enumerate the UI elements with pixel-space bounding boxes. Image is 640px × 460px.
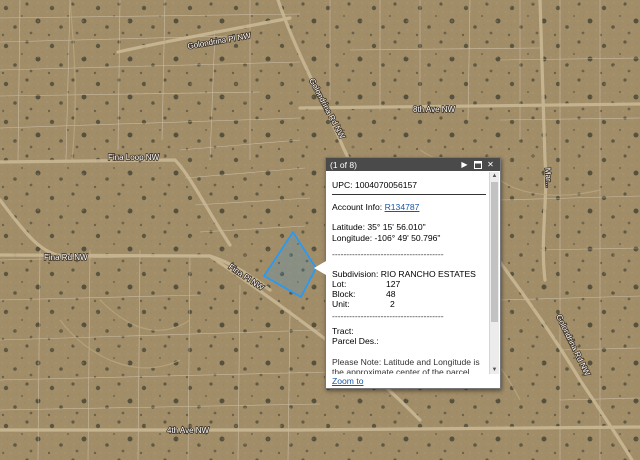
popup-pointer (314, 261, 326, 275)
label-east-road: Mar... (543, 168, 553, 189)
parcel-description: Parcel Des.: (332, 336, 379, 346)
scrollbar-thumb[interactable] (491, 182, 498, 322)
popup-content[interactable]: UPC: 1004070056157 Account Info: R134787… (332, 173, 486, 374)
upc-line: UPC: 1004070056157 (332, 173, 486, 195)
unit-value: 2 (390, 299, 395, 309)
popup-result-count: (1 of 8) (330, 159, 357, 170)
scroll-down-icon[interactable]: ▼ (491, 366, 498, 374)
subdivision: Subdivision: RIO RANCHO ESTATES (332, 268, 476, 279)
maximize-icon[interactable] (472, 159, 483, 170)
separator-2: --------------------------------------- (332, 311, 444, 321)
label-fina-rd: Fina Rd NW (44, 253, 88, 262)
popup-titlebar: (1 of 8) ▶ ✕ (326, 158, 500, 171)
label-4th-ave: 4th Ave NW (167, 426, 210, 435)
scroll-up-icon[interactable]: ▲ (491, 172, 498, 180)
upc-label: UPC: (332, 180, 353, 190)
label-fina-loop: Fina Loop NW (108, 153, 160, 162)
account-label: Account Info: (332, 201, 383, 212)
zoom-to-link[interactable]: Zoom to (332, 376, 364, 386)
popup-scrollbar[interactable]: ▲ ▼ (489, 172, 499, 374)
upc-value: 1004070056157 (354, 180, 418, 190)
map-canvas[interactable]: Golondrina Pl NW Golondrina Rd NW 8th Av… (0, 0, 640, 460)
separator: --------------------------------------- (332, 249, 444, 259)
location-note: Please Note: Latitude and Longitude is t… (332, 356, 480, 375)
account-line: Account Info: R134787 (332, 202, 486, 213)
lot-block-unit: Lot: 127 Block: 48 Unit: 2 (332, 279, 486, 309)
account-link[interactable]: R134787 (385, 202, 420, 212)
lot-label: Lot: (332, 279, 347, 289)
latitude: Latitude: 35° 15' 56.010" (332, 222, 426, 232)
longitude: Longitude: -106° 49' 50.796" (332, 232, 441, 243)
block-value: 48 (386, 289, 396, 299)
tract: Tract: (332, 325, 354, 336)
close-icon[interactable]: ✕ (485, 159, 496, 170)
label-8th-ave: 8th Ave NW (413, 105, 456, 114)
block-label: Block: (332, 289, 356, 299)
next-result-icon[interactable]: ▶ (459, 159, 470, 170)
unit-label: Unit: (332, 299, 350, 309)
lot-value: 127 (386, 279, 401, 289)
parcel-info-popup: (1 of 8) ▶ ✕ UPC: 1004070056157 Account … (314, 157, 501, 389)
